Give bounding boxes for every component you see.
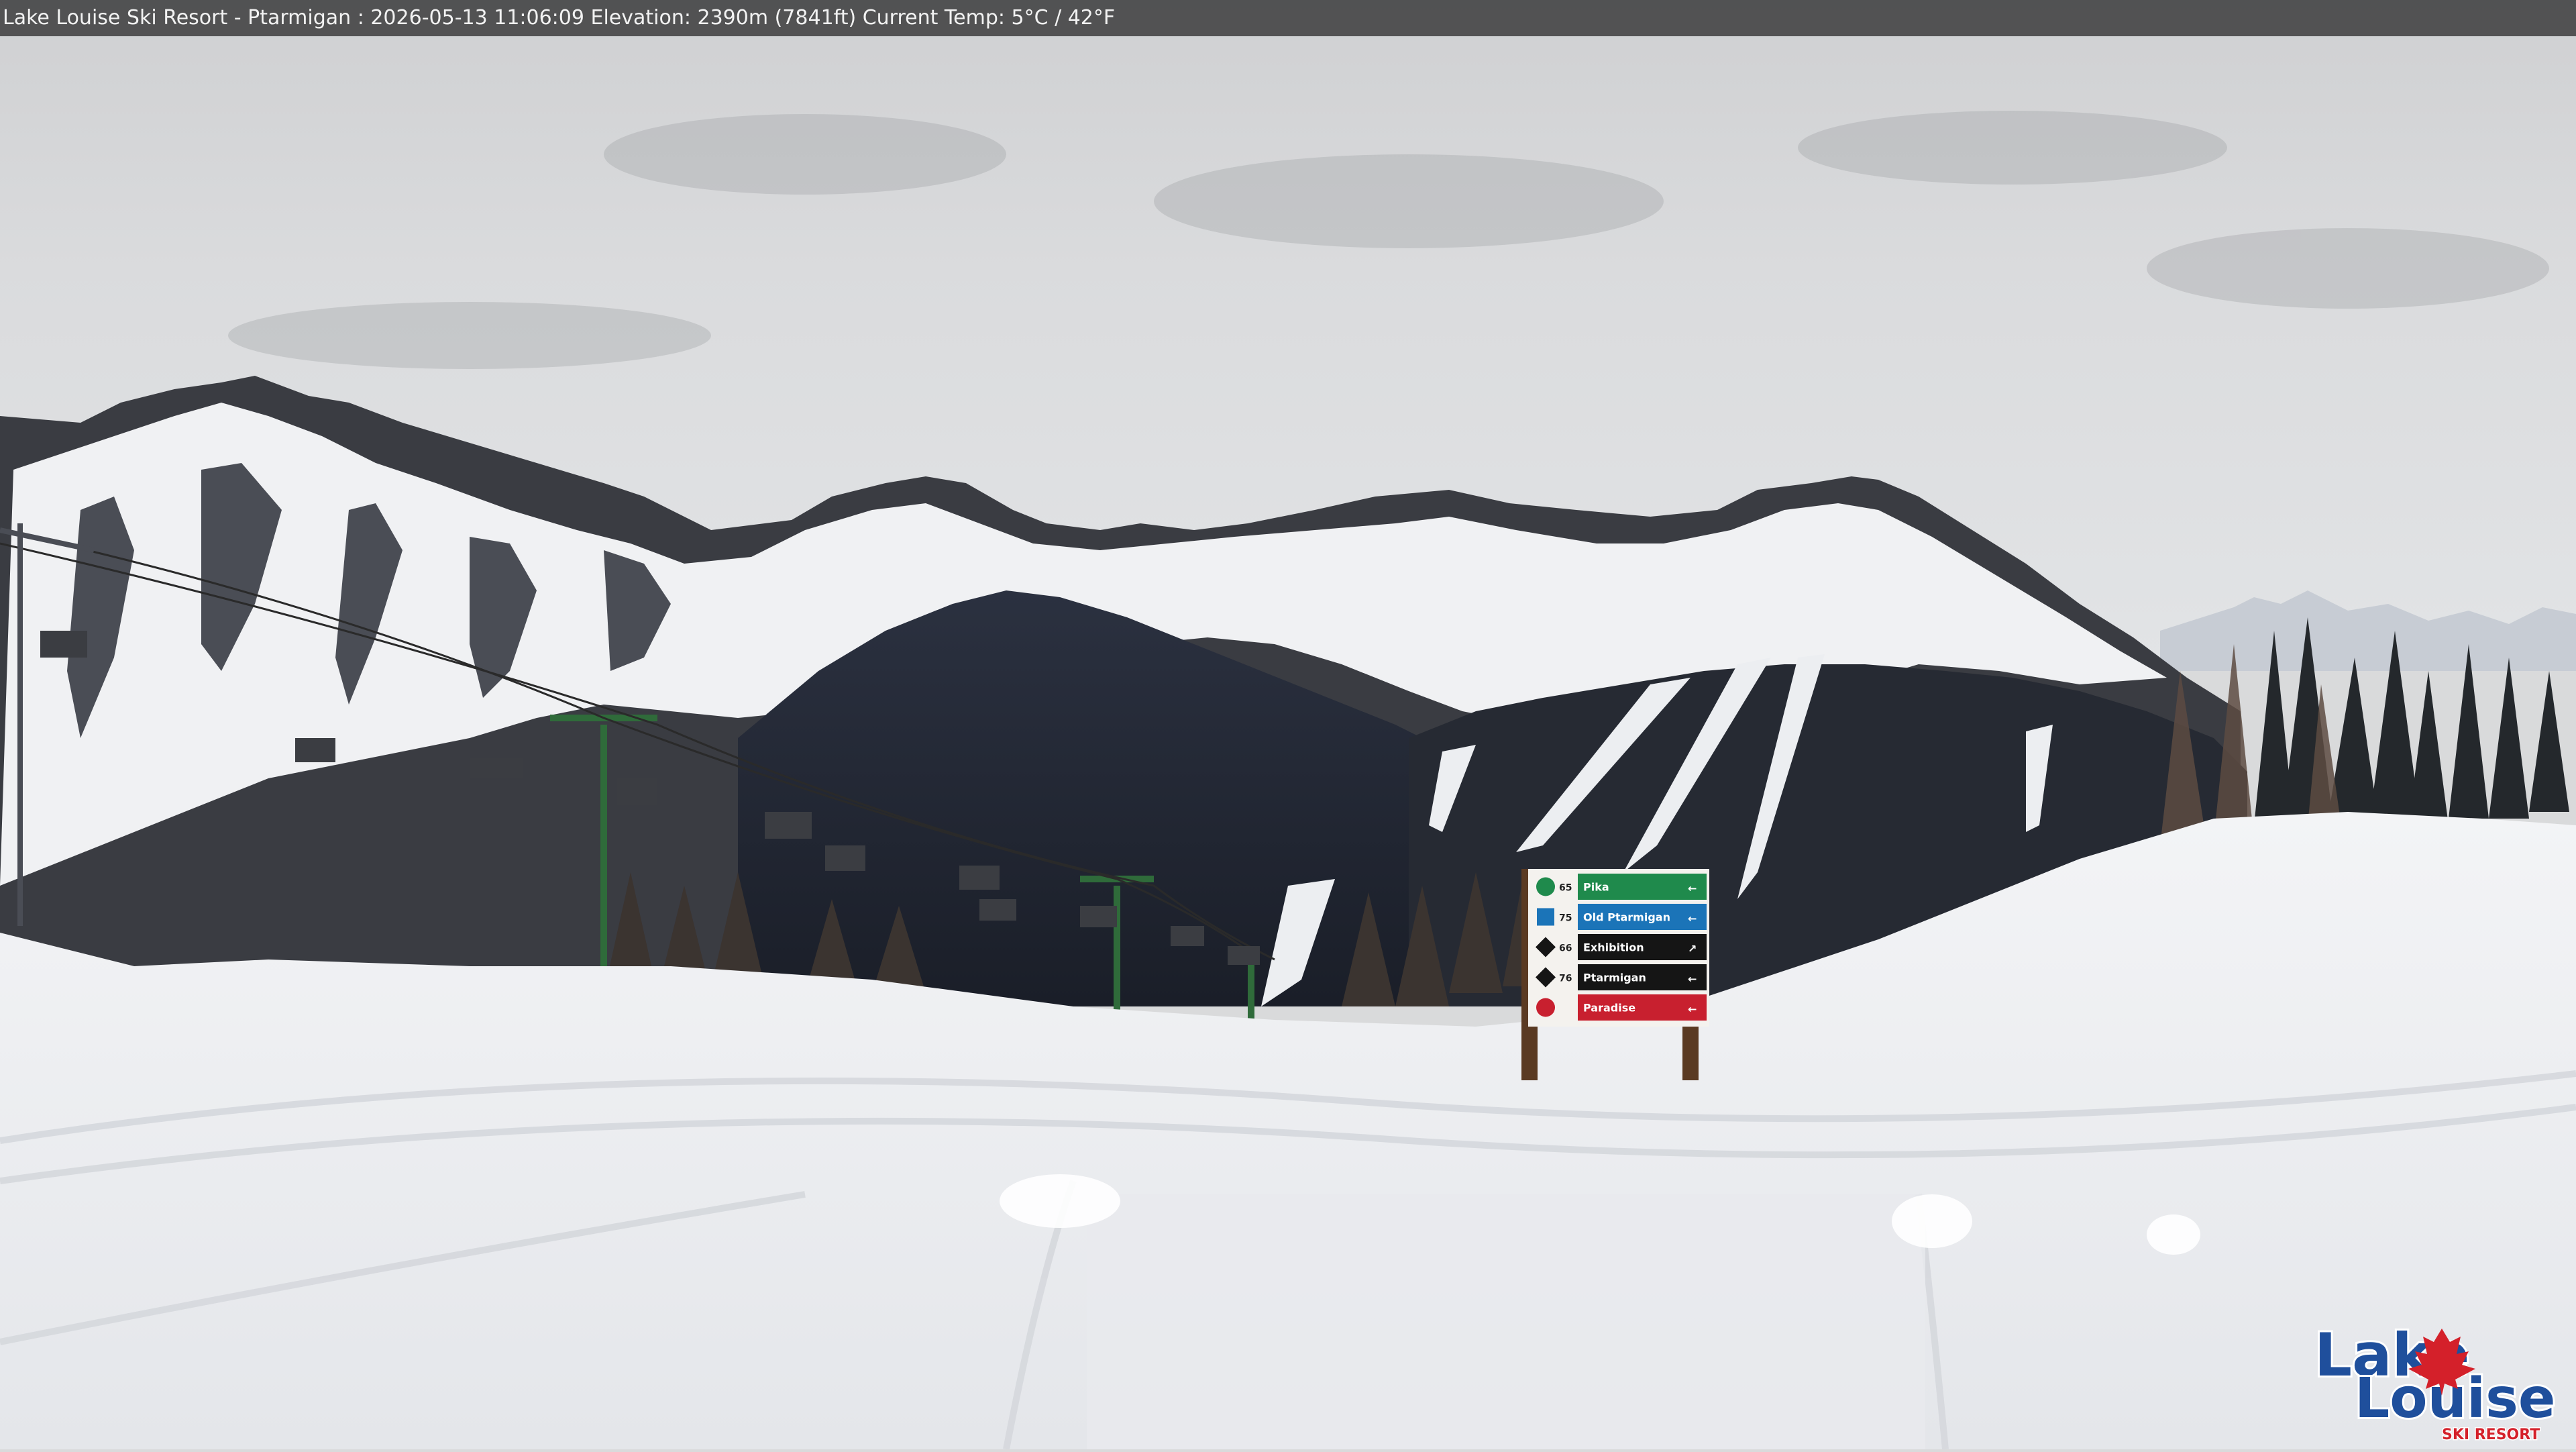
green-circle-icon: [1536, 877, 1555, 896]
trail-number: 66: [1559, 943, 1572, 954]
direction-arrow-icon: ↗: [1688, 943, 1697, 955]
webcam-image: 65 Pika ← 75 Old Ptarmigan ← 66 Exhibition ↗ 76 Pt…: [0, 0, 2576, 1450]
logo-line-3: SKI RESORT: [2442, 1427, 2540, 1443]
webcam-scene: 65 Pika ← 75 Old Ptarmigan ← 66 Exhibition ↗ 76 Pt…: [0, 0, 2576, 1450]
direction-arrow-icon: ←: [1688, 973, 1697, 986]
trail-number: 75: [1559, 913, 1572, 924]
direction-arrow-icon: ←: [1688, 913, 1697, 925]
trail-number: 65: [1559, 883, 1572, 894]
trail-name: Ptarmigan: [1583, 972, 1646, 984]
trail-name: Pika: [1583, 881, 1609, 894]
trail-name: Exhibition: [1583, 941, 1644, 954]
direction-arrow-icon: ←: [1688, 1003, 1697, 1016]
trail-name: Old Ptarmigan: [1583, 911, 1670, 924]
lodge-icon: [1536, 998, 1555, 1017]
webcam-caption: Lake Louise Ski Resort - Ptarmigan : 202…: [0, 0, 2576, 36]
trail-name: Paradise: [1583, 1002, 1635, 1015]
blue-square-icon: [1537, 908, 1554, 926]
trail-number: 76: [1559, 974, 1572, 984]
groomed-patch: [1087, 1194, 1925, 1449]
direction-arrow-icon: ←: [1688, 882, 1697, 895]
